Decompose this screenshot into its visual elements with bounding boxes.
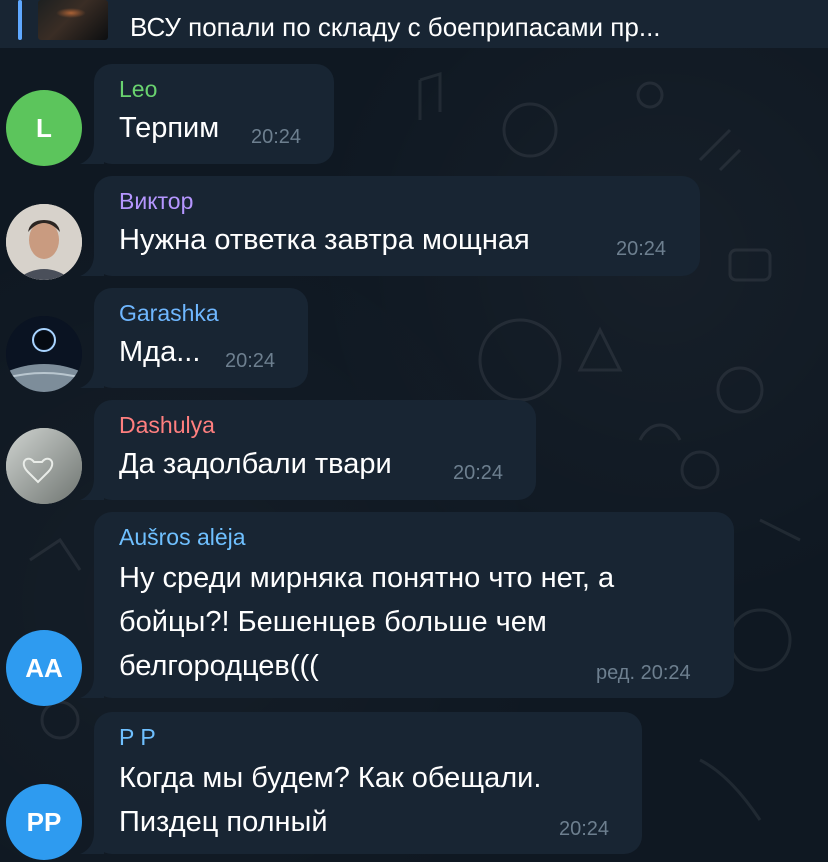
bubble-tail — [80, 254, 104, 276]
bubble-tail — [80, 832, 104, 854]
avatar-initials: PP — [26, 806, 62, 837]
avatar-initials: AA — [25, 652, 63, 683]
avatar[interactable] — [6, 204, 82, 280]
message-time: 20:24 — [251, 126, 302, 148]
avatar-photo — [6, 204, 82, 280]
bubble-tail — [80, 676, 104, 698]
message-bubble[interactable]: Dashulya Да задолбали твари 20:24 — [80, 400, 536, 500]
avatar-photo — [6, 428, 82, 504]
reply-accent-bar — [18, 0, 22, 40]
message-text: Да задолбали твари — [119, 448, 392, 480]
avatar[interactable]: AA — [6, 630, 82, 706]
message-author[interactable]: Leo — [119, 76, 157, 103]
avatar[interactable] — [6, 428, 82, 504]
message-bubble[interactable]: Виктор Нужна ответка завтра мощная 20:24 — [80, 176, 700, 276]
message-time: ред. 20:24 — [596, 662, 691, 684]
avatar-initials: L — [36, 112, 52, 143]
message-author[interactable]: Garashka — [119, 300, 219, 327]
avatar[interactable]: L — [6, 90, 82, 166]
message-text: Мда... — [119, 336, 201, 368]
message-text: Пиздец полный — [119, 806, 328, 838]
message-text: Терпим — [119, 112, 220, 144]
message-text: бойцы?! Бешенцев больше чем — [119, 606, 547, 638]
reply-preview[interactable]: ВСУ попали по складу с боеприпасами пр..… — [0, 0, 828, 48]
message-text: белгородцев((( — [119, 650, 319, 682]
message-author[interactable]: Aušros alėja — [119, 524, 246, 551]
message-bubble[interactable]: Aušros alėja Ну среди мирняка понятно чт… — [80, 512, 734, 698]
avatar[interactable]: PP — [6, 784, 82, 860]
message-text: Когда мы будем? Как обещали. — [119, 762, 542, 794]
avatar-photo — [6, 316, 82, 392]
message-author[interactable]: Виктор — [119, 188, 193, 215]
bubble-tail — [80, 366, 104, 388]
bubble-tail — [80, 142, 104, 164]
avatar[interactable] — [6, 316, 82, 392]
message-time: 20:24 — [225, 350, 276, 372]
reply-thumbnail — [38, 0, 108, 40]
message-bubble[interactable]: Leo Терпим 20:24 — [80, 64, 334, 164]
message-bubble[interactable]: Garashka Мда... 20:24 — [80, 288, 308, 388]
message-text: Ну среди мирняка понятно что нет, а — [119, 562, 615, 594]
message-author[interactable]: Dashulya — [119, 412, 215, 439]
bubble-tail — [80, 478, 104, 500]
message-time: 20:24 — [559, 818, 610, 840]
message-author[interactable]: P P — [119, 724, 156, 751]
reply-text: ВСУ попали по складу с боеприпасами пр..… — [130, 12, 661, 42]
message-time: 20:24 — [453, 462, 504, 484]
message-bubble[interactable]: P P Когда мы будем? Как обещали. Пиздец … — [80, 712, 642, 854]
message-time: 20:24 — [616, 238, 667, 260]
message-text: Нужна ответка завтра мощная — [119, 224, 530, 256]
